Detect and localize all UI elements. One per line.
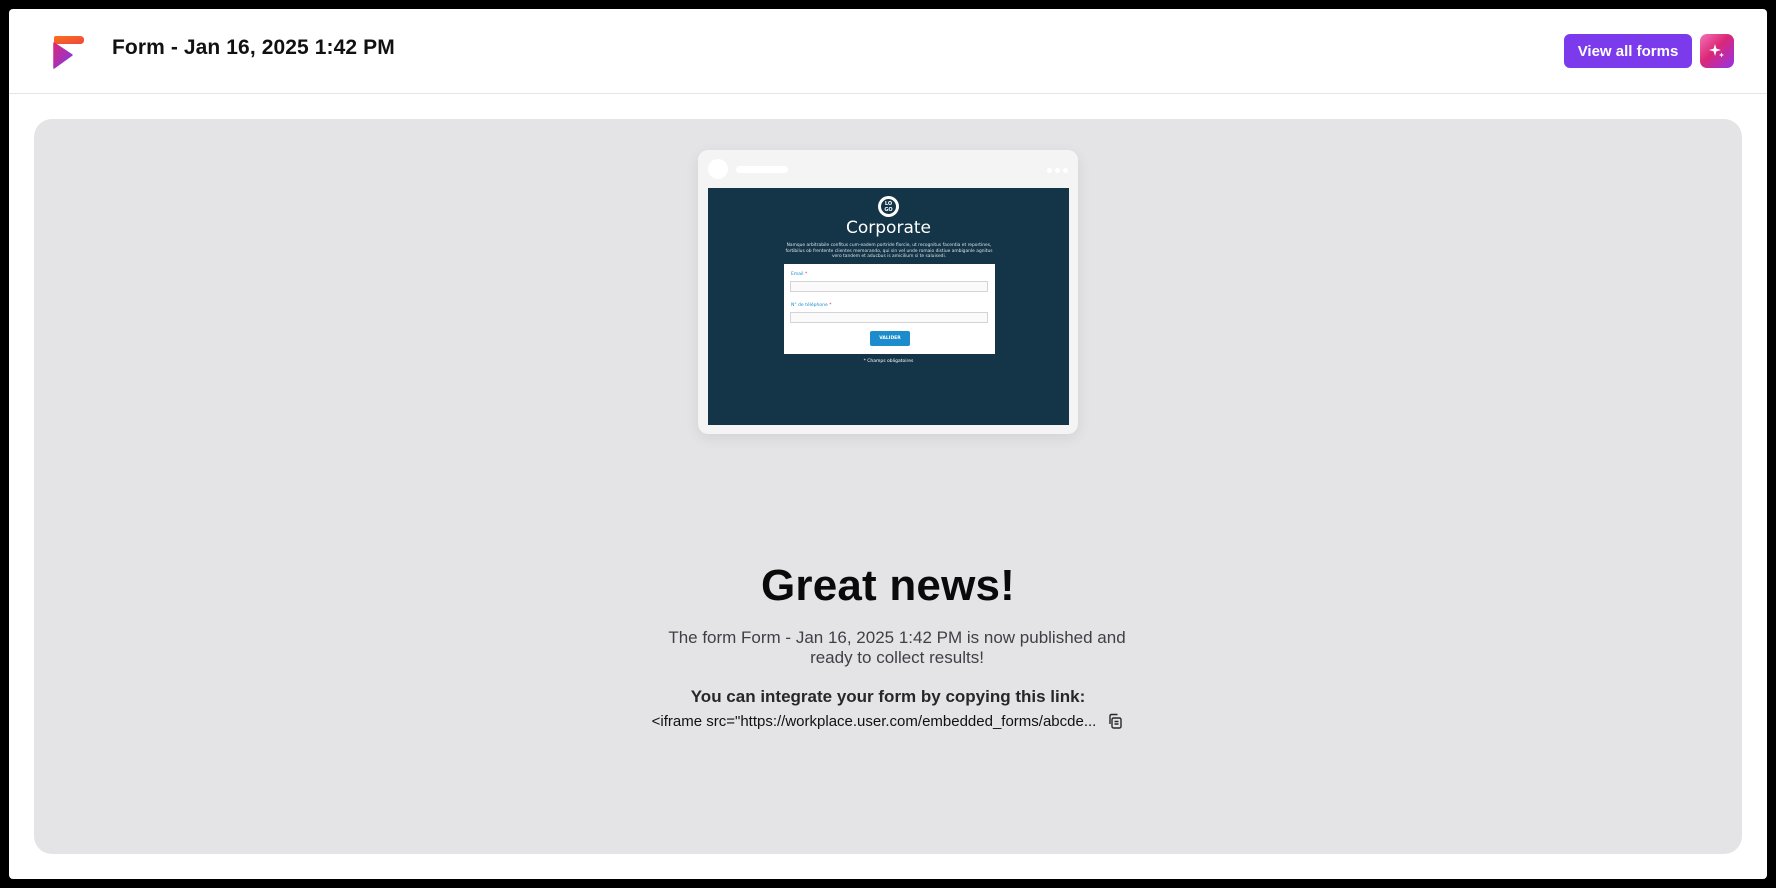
preview-required-note: * Champs obligatoires bbox=[863, 359, 914, 364]
view-all-forms-button[interactable]: View all forms bbox=[1564, 34, 1692, 68]
success-message: The form Form - Jan 16, 2025 1:42 PM is … bbox=[668, 628, 1126, 667]
copy-button[interactable] bbox=[1106, 712, 1124, 730]
more-dots-icon bbox=[1047, 168, 1068, 173]
preview-title-placeholder bbox=[736, 166, 788, 173]
integrate-label: You can integrate your form by copying t… bbox=[690, 687, 1086, 706]
ai-assistant-button[interactable] bbox=[1700, 34, 1734, 68]
page-title: Form - Jan 16, 2025 1:42 PM bbox=[112, 36, 395, 59]
preview-email-field bbox=[790, 281, 988, 292]
header: Form - Jan 16, 2025 1:42 PM View all for… bbox=[9, 9, 1767, 94]
embed-code-row: <iframe src="https://workplace.user.com/… bbox=[9, 712, 1767, 730]
preview-phone-field bbox=[790, 312, 988, 323]
preview-submit-button: VALIDER bbox=[870, 331, 910, 346]
preview-field-label-email: Email * bbox=[791, 272, 808, 277]
success-headline: Great news! bbox=[760, 561, 1016, 610]
preview-form: Email * N° de téléphone * VALIDER bbox=[784, 264, 995, 354]
preview-description: Namque arbitrabile confitus cum-eadem po… bbox=[785, 243, 993, 260]
preview-avatar bbox=[708, 159, 728, 179]
preview-brand: Corporate bbox=[846, 218, 931, 238]
embed-code[interactable]: <iframe src="https://workplace.user.com/… bbox=[652, 713, 1097, 730]
preview-field-label-phone: N° de téléphone * bbox=[791, 303, 832, 308]
app-window: Form - Jan 16, 2025 1:42 PM View all for… bbox=[9, 9, 1767, 879]
form-preview-card: LO GO Corporate Namque arbitrabile confi… bbox=[698, 150, 1078, 434]
copy-icon bbox=[1109, 713, 1123, 729]
sparkles-icon bbox=[1709, 44, 1724, 58]
preview-logo: LO GO bbox=[878, 196, 899, 217]
app-logo-icon[interactable] bbox=[50, 34, 86, 70]
form-preview-screen: LO GO Corporate Namque arbitrabile confi… bbox=[708, 188, 1069, 425]
